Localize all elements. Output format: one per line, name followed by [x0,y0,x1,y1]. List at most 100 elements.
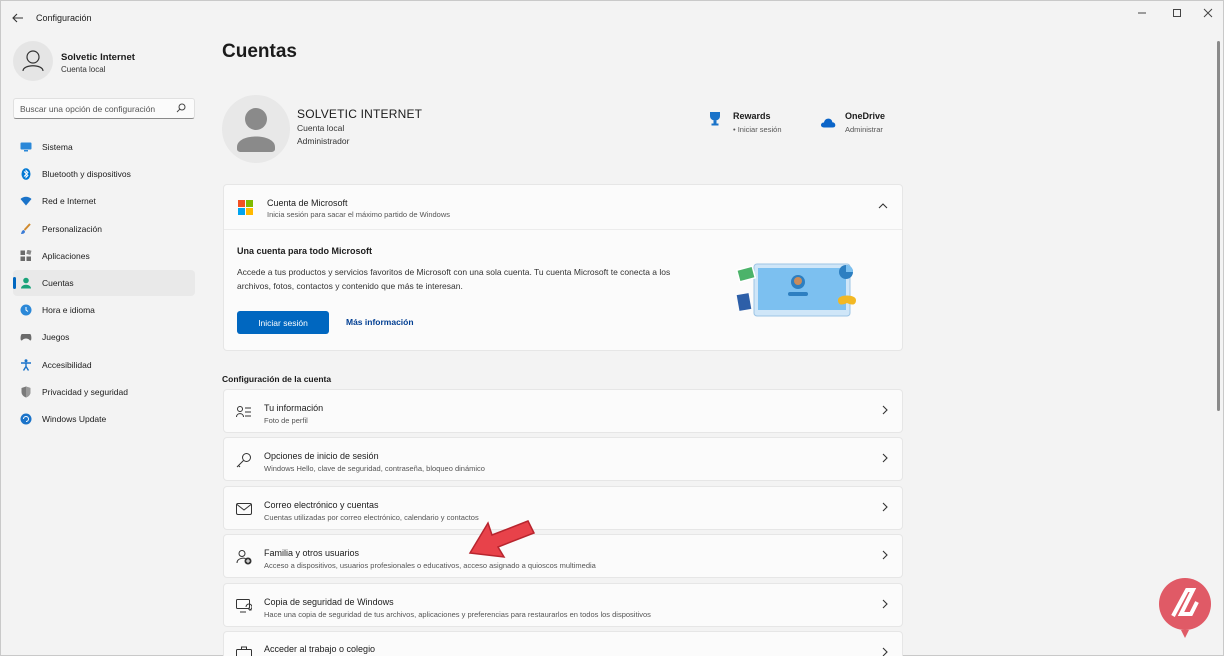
microsoft-account-body-title: Una cuenta para todo Microsoft [237,246,373,256]
microsoft-account-title: Cuenta de Microsoft [267,198,348,208]
row-title: Tu información [264,403,324,413]
onedrive-cloud-icon [820,115,836,133]
sidebar-item-label: Windows Update [42,413,107,424]
row-copia-seguridad[interactable]: Copia de seguridad de Windows Hace una c… [223,583,903,627]
row-subtitle: Acceso a dispositivos, usuarios profesio… [264,561,596,570]
section-title: Configuración de la cuenta [222,374,332,384]
briefcase-icon [236,645,252,656]
family-add-icon [236,549,252,565]
user-account-type: Cuenta local [297,123,345,133]
user-display-name: SOLVETIC INTERNET [297,107,423,121]
search-box[interactable] [13,98,195,119]
sidebar-item-label: Bluetooth y dispositivos [42,169,131,180]
row-title: Familia y otros usuarios [264,548,360,558]
chevron-right-icon [882,647,888,656]
sidebar-item-personalizacion[interactable]: Personalización [13,216,195,242]
sidebar-item-label: Aplicaciones [42,250,90,261]
sidebar-item-label: Juegos [42,332,70,343]
row-acceder-trabajo[interactable]: Acceder al trabajo o colegio [223,631,903,656]
person-card-icon [236,404,252,420]
wifi-icon [20,195,32,207]
shield-icon [20,386,32,398]
sidebar-item-label: Privacidad y seguridad [42,386,128,397]
sign-in-button[interactable]: Iniciar sesión [237,311,329,334]
row-subtitle: Cuentas utilizadas por correo electrónic… [264,513,479,522]
microsoft-account-card: Cuenta de Microsoft Inicia sesión para s… [223,184,903,351]
profile-name: Solvetic Internet [61,52,135,63]
onedrive-label: OneDrive [845,111,886,121]
rewards-trophy-icon [708,111,722,132]
sidebar-item-label: Hora e idioma [42,305,95,316]
update-icon [20,413,32,425]
microsoft-account-header[interactable]: Cuenta de Microsoft Inicia sesión para s… [224,185,902,230]
title-bar: Configuración [1,1,1223,35]
system-icon [20,141,32,153]
chevron-right-icon [882,453,888,466]
row-subtitle: Windows Hello, clave de seguridad, contr… [264,464,485,473]
sidebar-item-accesibilidad[interactable]: Accesibilidad [13,352,195,378]
search-icon[interactable] [176,103,188,115]
row-correo-electronico[interactable]: Correo electrónico y cuentas Cuentas uti… [223,486,903,530]
rewards-label: Rewards [733,111,771,121]
sidebar-item-juegos[interactable]: Juegos [13,324,195,350]
user-avatar [222,95,290,163]
settings-window: Configuración Solvetic Internet Cuenta l… [0,0,1224,656]
sidebar-nav: Sistema Bluetooth y dispositivos Red e I… [13,134,195,433]
sidebar-profile[interactable]: Solvetic Internet Cuenta local [13,41,203,85]
accessibility-icon [20,358,32,371]
scrollbar[interactable] [1217,41,1220,411]
account-icon [20,277,32,289]
key-icon [236,452,252,468]
rewards-sub: Iniciar sesión [737,125,782,134]
sidebar-item-hora[interactable]: Hora e idioma [13,297,195,323]
apps-icon [20,249,32,262]
user-role: Administrador [297,136,350,146]
row-familia-otros-usuarios[interactable]: Familia y otros usuarios Acceso a dispos… [223,534,903,578]
chevron-up-icon[interactable] [878,201,888,212]
sidebar-item-label: Sistema [42,142,73,152]
sidebar-item-privacidad[interactable]: Privacidad y seguridad [13,379,195,405]
row-subtitle: Hace una copia de seguridad de tus archi… [264,610,651,619]
row-title: Copia de seguridad de Windows [264,597,394,607]
sidebar-item-aplicaciones[interactable]: Aplicaciones [13,243,195,269]
profile-account-type: Cuenta local [61,65,106,74]
mail-icon [236,501,252,517]
microsoft-logo-icon [238,200,253,215]
more-info-link[interactable]: Más información [346,317,414,327]
sidebar-item-sistema[interactable]: Sistema [13,134,195,160]
search-input[interactable] [20,102,170,115]
bluetooth-icon [20,168,32,180]
row-opciones-inicio-sesion[interactable]: Opciones de inicio de sesión Windows Hel… [223,437,903,481]
account-illustration [734,260,864,320]
microsoft-account-body-text: Accede a tus productos y servicios favor… [237,267,671,291]
sidebar-item-label: Personalización [42,223,103,234]
minimize-icon[interactable] [1127,5,1157,21]
row-title: Correo electrónico y cuentas [264,500,379,510]
chevron-right-icon [882,599,888,612]
watermark-logo-icon [1157,576,1213,638]
sidebar-item-label: Accesibilidad [42,359,92,370]
sidebar-item-bluetooth[interactable]: Bluetooth y dispositivos [13,161,195,187]
chevron-right-icon [882,550,888,563]
avatar [13,41,53,81]
maximize-icon[interactable] [1162,5,1192,21]
row-title: Acceder al trabajo o colegio [264,644,376,654]
active-indicator [13,276,16,289]
row-title: Opciones de inicio de sesión [264,451,379,461]
gamepad-icon [20,331,32,343]
row-tu-informacion[interactable]: Tu información Foto de perfil [223,389,903,433]
chevron-right-icon [882,405,888,418]
sidebar-item-label: Red e Internet [42,196,96,207]
sidebar-item-red[interactable]: Red e Internet [13,188,195,214]
close-icon[interactable] [1193,5,1223,21]
row-subtitle: Foto de perfil [264,416,308,425]
microsoft-account-subtitle: Inicia sesión para sacar el máximo parti… [267,210,450,219]
brush-icon [20,222,32,235]
back-arrow-icon[interactable] [9,9,27,27]
page-title: Cuentas [222,41,297,62]
sidebar-item-windows-update[interactable]: Windows Update [13,406,195,432]
clock-globe-icon [20,304,32,316]
app-title: Configuración [36,13,92,23]
backup-icon [236,598,252,614]
sidebar-item-cuentas[interactable]: Cuentas [13,269,195,296]
